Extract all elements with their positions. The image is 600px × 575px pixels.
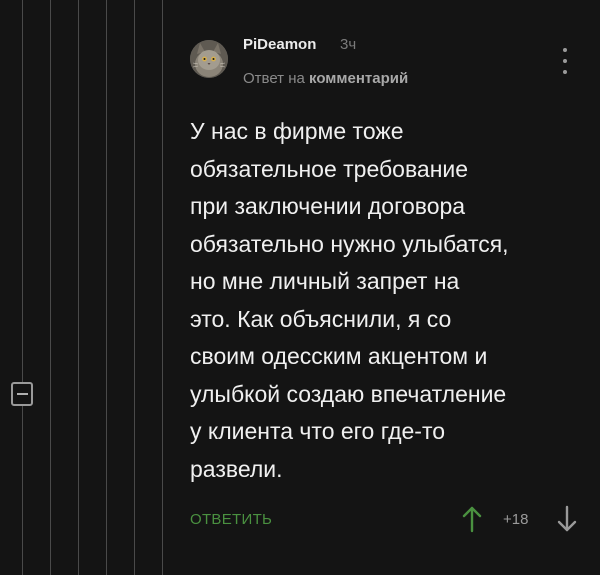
reply-to-prefix: Ответ на bbox=[243, 70, 310, 87]
arrow-down-icon bbox=[557, 505, 577, 532]
arrow-up-icon bbox=[462, 506, 482, 533]
comment-line: своим одесским акцентом и bbox=[190, 343, 488, 369]
upvote-button[interactable] bbox=[461, 505, 483, 533]
comment-line: развели. bbox=[190, 455, 283, 482]
reply-button[interactable]: ОТВЕТИТЬ bbox=[190, 511, 272, 528]
reply-to-line: Ответ на комментарий bbox=[243, 70, 408, 87]
thread-line-3 bbox=[78, 0, 79, 575]
downvote-button[interactable] bbox=[556, 505, 578, 533]
thread-line-6 bbox=[162, 0, 163, 575]
comment-thread: PiDeamon 3ч Ответ на комментарий У нас в… bbox=[0, 0, 600, 575]
thread-line-2 bbox=[50, 0, 51, 575]
author-name[interactable]: PiDeamon bbox=[243, 36, 316, 53]
cat-avatar bbox=[190, 40, 228, 78]
reply-to-link[interactable]: комментарий bbox=[309, 70, 408, 87]
vertical-dots-icon bbox=[563, 48, 567, 52]
vertical-dots-icon-mid bbox=[563, 59, 567, 63]
thread-line-1 bbox=[22, 0, 23, 575]
thread-line-5 bbox=[134, 0, 135, 575]
comment-text: У нас в фирме тоже обязательное требован… bbox=[190, 113, 580, 488]
vertical-dots-icon-bottom bbox=[563, 70, 567, 74]
comment-line: при заключении договора bbox=[190, 193, 466, 219]
rating-count: +18 bbox=[503, 511, 529, 528]
comment-line: У нас в фирме тоже bbox=[190, 118, 404, 144]
comment-line: но мне личный запрет на bbox=[190, 268, 460, 294]
collapse-thread-button[interactable] bbox=[11, 382, 33, 406]
comment-line: обязательное требование bbox=[190, 155, 469, 182]
minus-square-icon bbox=[16, 393, 28, 395]
comment-line: это. Как объяснили, я со bbox=[190, 305, 452, 332]
comment-time: 3ч bbox=[340, 36, 357, 53]
avatar[interactable] bbox=[190, 40, 228, 78]
comment-line: улыбкой создаю впечатление bbox=[190, 380, 507, 407]
thread-line-4 bbox=[106, 0, 107, 575]
comment-line: у клиента что его где-то bbox=[190, 418, 446, 444]
more-options-button[interactable] bbox=[560, 48, 570, 74]
comment-line: обязательно нужно улыбатся, bbox=[190, 230, 509, 257]
